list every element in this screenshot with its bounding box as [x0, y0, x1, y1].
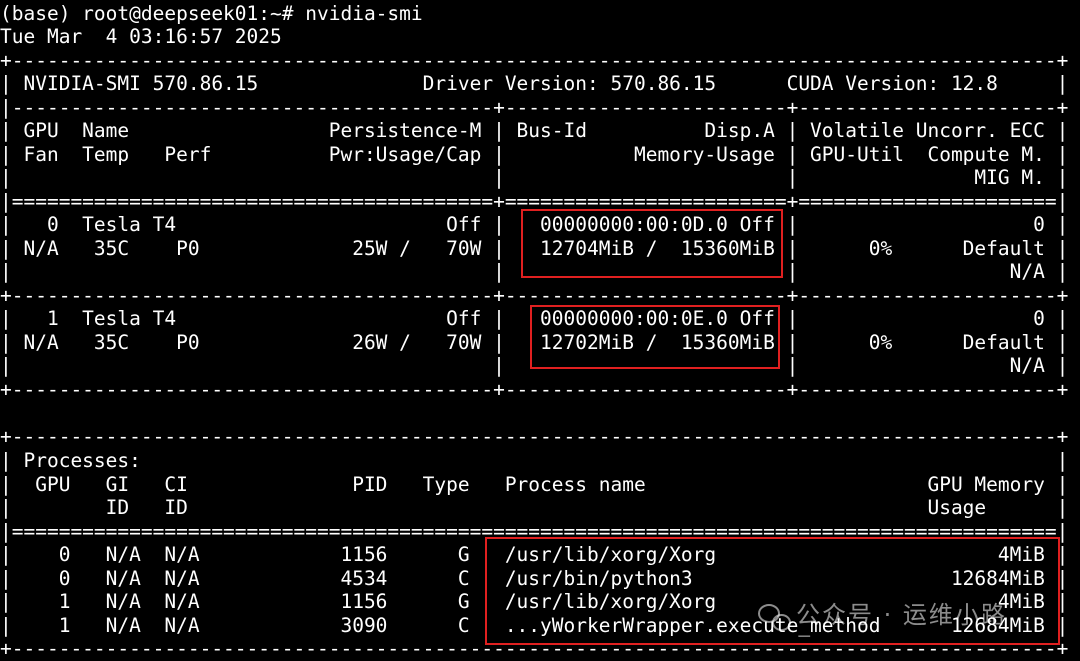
terminal-line-header: | Fan Temp Perf Pwr:Usage/Cap | Memory-U… — [0, 143, 1069, 166]
terminal-line-processes: | Processes: | — [0, 449, 1069, 472]
terminal-line-version: | NVIDIA-SMI 570.86.15 Driver Version: 5… — [0, 72, 1069, 95]
terminal-line-header: | | | MIG M. | — [0, 166, 1069, 189]
terminal-line-border: +---------------------------------------… — [0, 378, 1069, 401]
terminal-line-prompt: (base) root@deepseek01:~# nvidia-smi — [0, 2, 423, 25]
terminal-line-proc-header: | ID ID Usage | — [0, 496, 1069, 519]
terminal-line-header: | GPU Name Persistence-M | Bus-Id Disp.A… — [0, 119, 1069, 142]
watermark-text: 公众号 · 运维小路 — [796, 601, 1007, 630]
wechat-icon — [758, 602, 791, 631]
terminal-line-proc-header: | GPU GI CI PID Type Process name GPU Me… — [0, 473, 1069, 496]
watermark: 公众号 · 运维小路 — [758, 598, 1007, 634]
terminal-line-border: |---------------------------------------… — [0, 96, 1069, 119]
terminal-line-date: Tue Mar 4 03:16:57 2025 — [0, 25, 282, 48]
terminal-line-border: +---------------------------------------… — [0, 425, 1069, 448]
highlight-box-gpu0-memory — [521, 209, 783, 278]
terminal-window[interactable]: (base) root@deepseek01:~# nvidia-smi Tue… — [0, 0, 1080, 661]
highlight-box-gpu1-memory — [530, 305, 780, 369]
terminal-line-border: +---------------------------------------… — [0, 49, 1069, 72]
